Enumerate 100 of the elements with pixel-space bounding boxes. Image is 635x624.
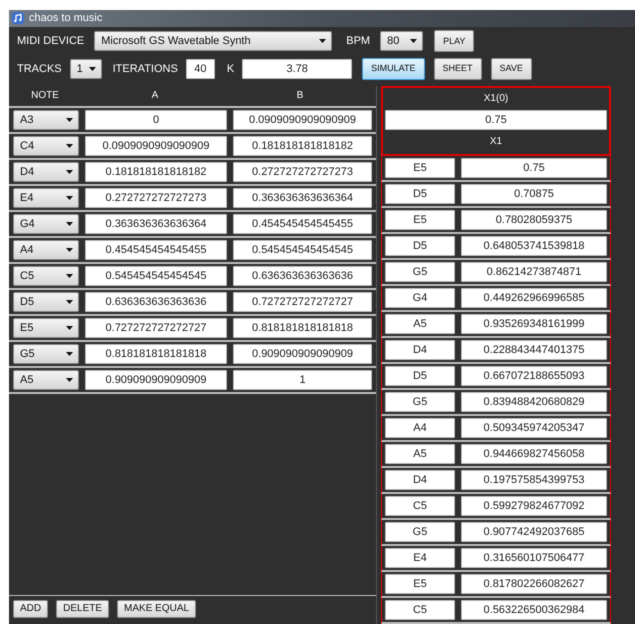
column-header: B [296,89,304,104]
b-field[interactable]: 0.636363636363636 [233,266,372,286]
series-label: X1 [490,135,502,150]
note-dropdown[interactable]: G4 [13,214,79,234]
note-field[interactable]: C5 [385,496,455,516]
column-header: A [150,89,160,104]
note-field[interactable]: D4 [385,340,455,360]
a-field[interactable]: 0.0909090909090909 [85,136,227,156]
table-button[interactable]: DELETE [56,600,110,618]
value-field[interactable]: 0.907742492037685 [461,522,607,542]
value-field[interactable]: 0.944669827456058 [461,444,607,464]
b-field[interactable]: 1 [233,370,372,390]
value-field[interactable]: 0.817802266082627 [461,574,607,594]
note-dropdown[interactable]: D5 [13,292,79,312]
caret-icon [66,222,73,226]
toolbar-button[interactable]: SIMULATE [362,58,425,80]
iterations-label: ITERATIONS [112,62,178,77]
note-dropdown[interactable]: A5 [13,370,79,390]
toolbar-button[interactable]: PLAY [434,30,474,52]
a-field[interactable]: 0.636363636363636 [85,292,227,312]
note-dropdown[interactable]: D4 [13,162,79,182]
b-field[interactable]: 0.545454545454545 [233,240,372,260]
caret-icon [66,144,73,148]
value-field[interactable]: 0.449262966996585 [461,288,607,308]
note-field[interactable]: E5 [385,210,455,230]
caret-icon [66,378,73,382]
value-field[interactable]: 0.86214273874871 [461,262,607,282]
value-field[interactable]: 0.935269348161999 [461,314,607,334]
k-field[interactable]: 3.78 [242,59,352,80]
toolbar-button[interactable]: SAVE [490,58,532,80]
table-button[interactable]: ADD [13,600,48,618]
a-field[interactable]: 0.363636363636364 [85,214,227,234]
note-field[interactable]: A4 [385,418,455,438]
music-note-icon [12,12,24,24]
caret-icon [66,248,73,252]
a-field[interactable]: 0.545454545454545 [85,266,227,286]
note-dropdown[interactable]: E5 [13,318,79,338]
toolbar-button[interactable]: SHEET [434,58,482,80]
caret-icon [66,170,73,174]
caret-icon [66,274,73,278]
x0-label: X1(0) [484,92,508,106]
note-field[interactable]: G5 [385,392,455,412]
value-field[interactable]: 0.667072188655093 [461,366,607,386]
iterations-field[interactable]: 40 [186,59,215,80]
bpm-dropdown[interactable]: 80 [380,31,424,52]
a-field[interactable]: 0.272727272727273 [85,188,227,208]
note-field[interactable]: G5 [385,262,455,282]
note-field[interactable]: A5 [385,314,455,334]
value-field[interactable]: 0.648053741539818 [461,236,607,256]
note-field[interactable]: A5 [385,444,455,464]
caret-icon [66,300,73,304]
a-field[interactable]: 0 [85,110,227,130]
b-field[interactable]: 0.818181818181818 [233,318,372,338]
value-field[interactable]: 0.316560107506477 [461,548,607,568]
a-field[interactable]: 0.909090909090909 [85,370,227,390]
b-field[interactable]: 0.909090909090909 [233,344,372,364]
table-button[interactable]: MAKE EQUAL [117,600,196,618]
note-dropdown[interactable]: E4 [13,188,79,208]
k-label: K [226,62,234,77]
b-field[interactable]: 0.181818181818182 [233,136,372,156]
b-field[interactable]: 0.454545454545455 [233,214,372,234]
note-dropdown[interactable]: A3 [13,110,79,130]
value-field[interactable]: 0.197575854399753 [461,470,607,490]
note-field[interactable]: D4 [385,470,455,490]
caret-icon [66,352,73,356]
b-field[interactable]: 0.272727272727273 [233,162,372,182]
b-field[interactable]: 0.0909090909090909 [233,110,372,130]
note-dropdown[interactable]: G5 [13,344,79,364]
note-field[interactable]: C5 [385,600,455,620]
value-field[interactable]: 0.228843447401375 [461,340,607,360]
value-field[interactable]: 0.509345974205347 [461,418,607,438]
b-field[interactable]: 0.363636363636364 [233,188,372,208]
note-dropdown[interactable]: C4 [13,136,79,156]
bpm-label: BPM [346,34,370,50]
midi-device-dropdown[interactable]: Microsoft GS Wavetable Synth [94,31,332,52]
note-field[interactable]: E4 [385,548,455,568]
value-field[interactable]: 0.78028059375 [461,210,607,230]
value-field[interactable]: 0.70875 [461,184,607,204]
a-field[interactable]: 0.181818181818182 [85,162,227,182]
value-field[interactable]: 0.599279824677092 [461,496,607,516]
value-field[interactable]: 0.75 [461,158,607,178]
note-field[interactable]: D5 [385,366,455,386]
note-field[interactable]: D5 [385,184,455,204]
a-field[interactable]: 0.727272727272727 [85,318,227,338]
note-dropdown[interactable]: C5 [13,266,79,286]
caret-icon [88,67,96,72]
note-field[interactable]: E5 [385,574,455,594]
value-field[interactable]: 0.563226500362984 [461,600,607,620]
caret-icon [66,196,73,200]
x0-field[interactable]: 0.75 [385,110,607,130]
note-field[interactable]: E5 [385,158,455,178]
tracks-dropdown[interactable]: 1 [70,59,102,80]
b-field[interactable]: 0.727272727272727 [233,292,372,312]
note-field[interactable]: G4 [385,288,455,308]
a-field[interactable]: 0.454545454545455 [85,240,227,260]
note-dropdown[interactable]: A4 [13,240,79,260]
value-field[interactable]: 0.839488420680829 [461,392,607,412]
note-field[interactable]: G5 [385,522,455,542]
a-field[interactable]: 0.818181818181818 [85,344,227,364]
note-field[interactable]: D5 [385,236,455,256]
